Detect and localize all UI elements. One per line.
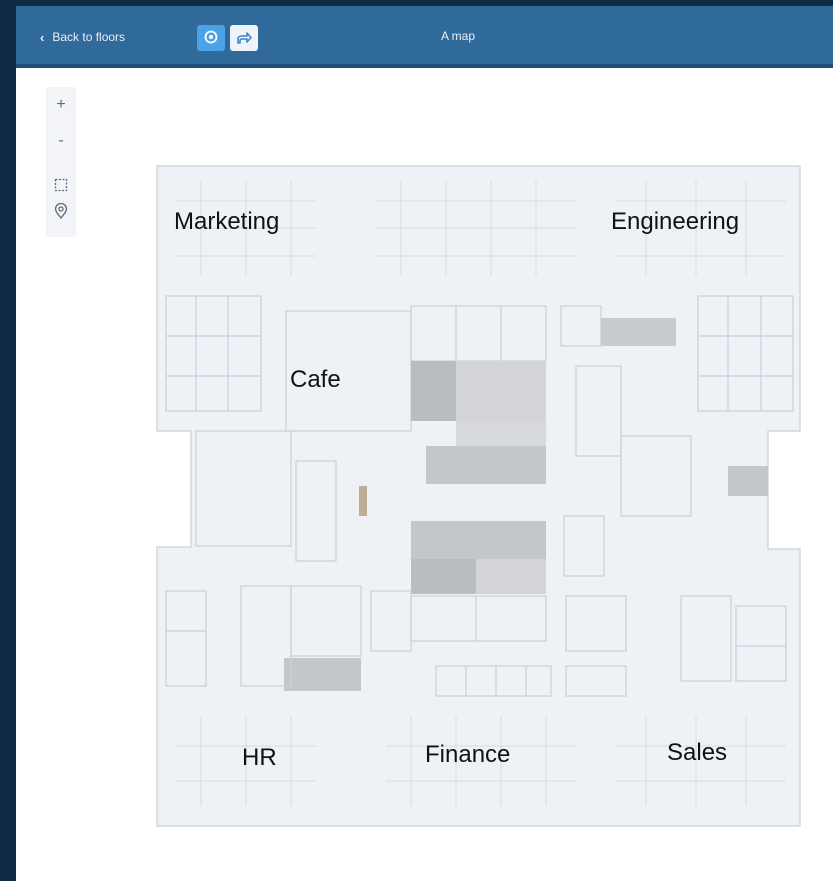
floor-outline (156, 165, 801, 827)
zone-label-marketing[interactable]: Marketing (174, 208, 279, 236)
zone-label-sales[interactable]: Sales (667, 739, 727, 767)
zone-label-cafe[interactable]: Cafe (290, 366, 341, 394)
zone-label-finance[interactable]: Finance (425, 741, 510, 769)
zone-label-hr[interactable]: HR (242, 744, 277, 772)
zone-label-engineering[interactable]: Engineering (611, 208, 739, 236)
map-viewer: ‹ Back to floors A map + - Marketing Eng… (16, 6, 833, 881)
